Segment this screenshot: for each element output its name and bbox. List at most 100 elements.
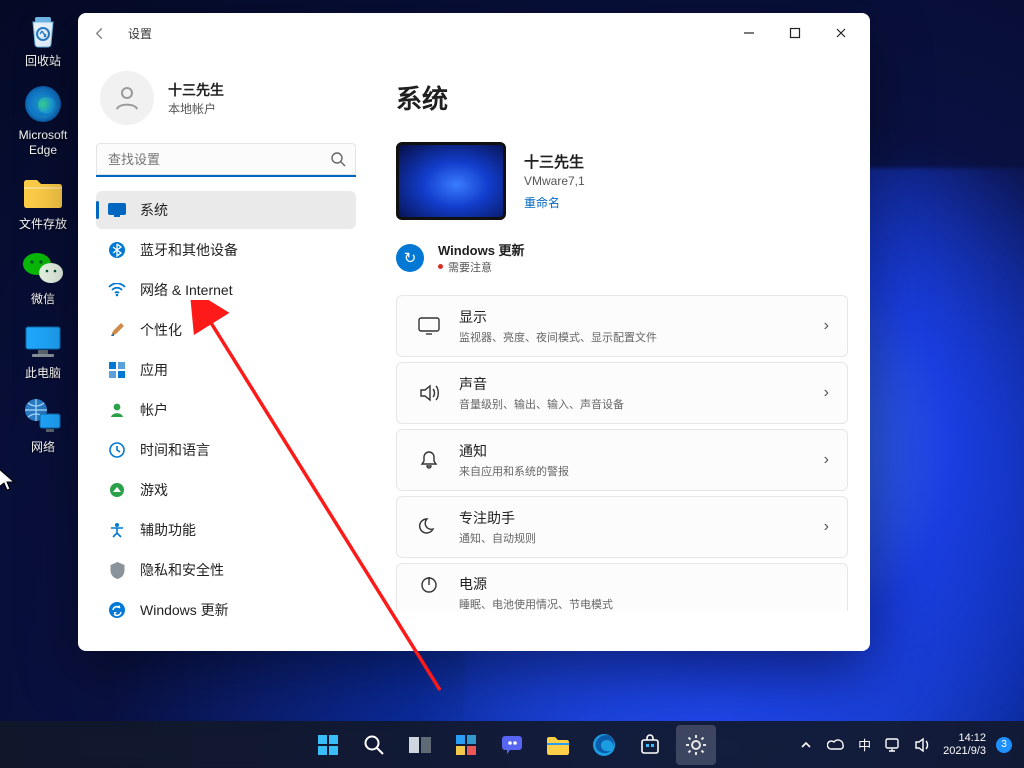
device-name: 十三先生	[524, 151, 585, 172]
clock-date: 2021/9/3	[943, 745, 986, 758]
sidebar-item-gaming[interactable]: 游戏	[96, 471, 356, 509]
sidebar-item-windows-update[interactable]: Windows 更新	[96, 591, 356, 629]
settings-taskbar-button[interactable]	[676, 725, 716, 765]
settings-window: 设置 十三先生 本地帐户	[78, 13, 870, 651]
accessibility-icon	[108, 521, 126, 539]
avatar-icon	[100, 71, 154, 125]
card-subtitle: 通知、自动规则	[459, 530, 536, 546]
recycle-bin-icon	[21, 8, 65, 52]
card-subtitle: 来自应用和系统的警报	[459, 463, 569, 479]
sidebar-item-bluetooth[interactable]: 蓝牙和其他设备	[96, 231, 356, 269]
desktop-label: 文件存放	[8, 217, 78, 231]
person-icon	[108, 401, 126, 419]
chevron-right-icon: ›	[824, 451, 829, 469]
network-globe-icon	[21, 394, 65, 438]
sidebar-item-network[interactable]: 网络 & Internet	[96, 271, 356, 309]
windows-update-status[interactable]: ↻ Windows 更新 需要注意	[396, 240, 848, 275]
minimize-button[interactable]	[726, 18, 772, 48]
sidebar-item-accessibility[interactable]: 辅助功能	[96, 511, 356, 549]
card-display[interactable]: 显示监视器、亮度、夜间模式、显示配置文件 ›	[396, 295, 848, 357]
sidebar-item-privacy[interactable]: 隐私和安全性	[96, 551, 356, 589]
mouse-cursor-icon	[0, 468, 16, 492]
file-explorer-button[interactable]	[538, 725, 578, 765]
card-title: 电源	[459, 574, 613, 594]
rename-link[interactable]: 重命名	[524, 194, 585, 211]
sound-icon	[415, 384, 443, 402]
desktop-label: 此电脑	[8, 366, 78, 380]
desktop-label: 微信	[8, 292, 78, 306]
settings-cards: 显示监视器、亮度、夜间模式、显示配置文件 › 声音音量级别、输出、输入、声音设备…	[396, 295, 848, 611]
sidebar-item-label: 时间和语言	[140, 440, 210, 460]
store-button[interactable]	[630, 725, 670, 765]
windows-update-subtitle: 需要注意	[438, 259, 525, 275]
tray-volume-icon[interactable]	[913, 735, 933, 755]
taskbar-search[interactable]	[354, 725, 394, 765]
sidebar-item-time-language[interactable]: 时间和语言	[96, 431, 356, 469]
sidebar-item-apps[interactable]: 应用	[96, 351, 356, 389]
desktop-icon-edge[interactable]: Microsoft Edge	[8, 82, 78, 157]
desktop-icon-folder-filestore[interactable]: 文件存放	[8, 171, 78, 231]
sidebar-item-label: 帐户	[140, 400, 168, 420]
desktop-icon-recycle-bin[interactable]: 回收站	[8, 8, 78, 68]
user-subtitle: 本地帐户	[168, 100, 224, 117]
display-icon	[415, 317, 443, 335]
taskbar-center	[308, 725, 716, 765]
bell-icon	[415, 450, 443, 470]
taskbar-clock[interactable]: 14:12 2021/9/3	[943, 732, 986, 757]
desktop-icons: 回收站 Microsoft Edge 文件存放 微信 此电脑 网络	[8, 8, 78, 469]
sidebar-item-label: 辅助功能	[140, 520, 196, 540]
wechat-icon	[21, 246, 65, 290]
card-focus-assist[interactable]: 专注助手通知、自动规则 ›	[396, 496, 848, 558]
card-title: 显示	[459, 307, 657, 327]
taskbar: 中 14:12 2021/9/3 3	[0, 721, 1024, 768]
sidebar-item-label: 网络 & Internet	[140, 280, 233, 300]
widgets-button[interactable]	[446, 725, 486, 765]
notification-badge[interactable]: 3	[996, 737, 1012, 753]
edge-icon	[21, 82, 65, 126]
tray-onedrive-icon[interactable]	[826, 735, 846, 755]
ime-indicator[interactable]: 中	[856, 735, 873, 755]
sidebar-item-personalization[interactable]: 个性化	[96, 311, 356, 349]
card-sound[interactable]: 声音音量级别、输出、输入、声音设备 ›	[396, 362, 848, 424]
chevron-right-icon: ›	[824, 384, 829, 402]
desktop-label: 网络	[8, 440, 78, 454]
wifi-icon	[108, 281, 126, 299]
task-view-button[interactable]	[400, 725, 440, 765]
maximize-button[interactable]	[772, 18, 818, 48]
window-titlebar: 设置	[78, 13, 870, 53]
start-button[interactable]	[308, 725, 348, 765]
card-subtitle: 监视器、亮度、夜间模式、显示配置文件	[459, 329, 657, 345]
card-subtitle: 音量级别、输出、输入、声音设备	[459, 396, 624, 412]
desktop-icon-this-pc[interactable]: 此电脑	[8, 320, 78, 380]
monitor-icon	[21, 320, 65, 364]
moon-icon	[415, 517, 443, 537]
sidebar-item-system[interactable]: 系统	[96, 191, 356, 229]
back-button[interactable]	[86, 19, 114, 47]
search-input[interactable]	[96, 143, 356, 177]
card-title: 通知	[459, 441, 569, 461]
tray-overflow[interactable]	[796, 735, 816, 755]
user-account-block[interactable]: 十三先生 本地帐户	[100, 71, 356, 125]
chat-button[interactable]	[492, 725, 532, 765]
system-icon	[108, 201, 126, 219]
settings-main: 系统 十三先生 VMware7,1 重命名 ↻ Windows 更新 需要注意	[374, 53, 870, 651]
settings-sidebar: 十三先生 本地帐户 系统 蓝牙和其他设备	[78, 53, 374, 651]
sidebar-item-accounts[interactable]: 帐户	[96, 391, 356, 429]
card-subtitle: 睡眠、电池使用情况、节电模式	[459, 596, 613, 612]
tray-network-icon[interactable]	[883, 735, 903, 755]
bluetooth-icon	[108, 241, 126, 259]
shield-icon	[108, 561, 126, 579]
desktop-icon-wechat[interactable]: 微信	[8, 246, 78, 306]
windows-update-title: Windows 更新	[438, 240, 525, 259]
search-icon	[330, 151, 346, 172]
close-button[interactable]	[818, 18, 864, 48]
card-power[interactable]: 电源睡眠、电池使用情况、节电模式	[396, 563, 848, 611]
card-notifications[interactable]: 通知来自应用和系统的警报 ›	[396, 429, 848, 491]
edge-taskbar-button[interactable]	[584, 725, 624, 765]
card-title: 专注助手	[459, 508, 536, 528]
update-sync-icon: ↻	[396, 244, 424, 272]
desktop-icon-network[interactable]: 网络	[8, 394, 78, 454]
sidebar-item-label: Windows 更新	[140, 600, 229, 620]
system-tray: 中 14:12 2021/9/3 3	[796, 732, 1024, 757]
sidebar-item-label: 隐私和安全性	[140, 560, 224, 580]
